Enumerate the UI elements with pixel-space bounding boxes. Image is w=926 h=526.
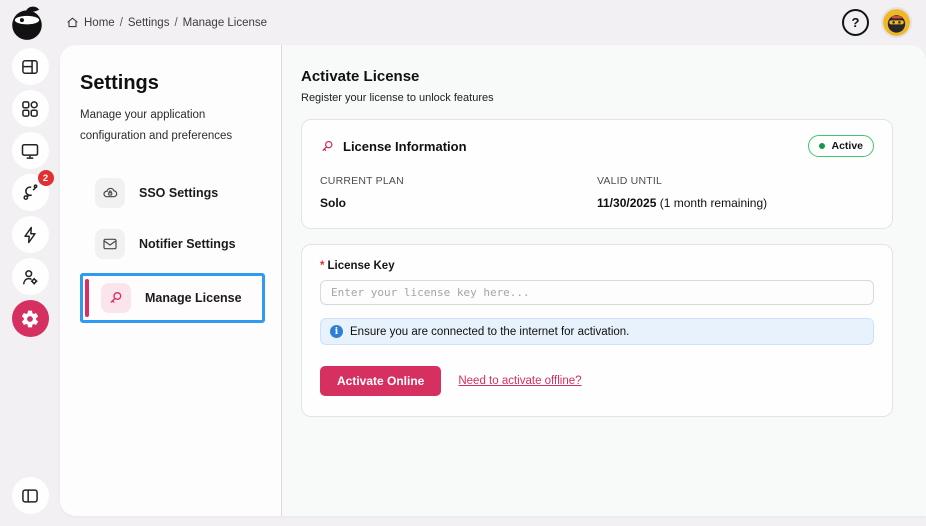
rail-collapse-button[interactable] — [11, 477, 49, 514]
current-plan-label: CURRENT PLAN — [320, 175, 404, 187]
rail-user-management-button[interactable] — [11, 258, 49, 295]
activation-card: * License Key i Ensure you are connected… — [301, 244, 893, 417]
top-bar: Home / Settings / Manage License ? — [0, 0, 926, 45]
license-information-title: License Information — [343, 138, 467, 154]
breadcrumb-separator: / — [174, 16, 178, 29]
license-key-icon — [101, 283, 131, 314]
license-information-header: License Information Active — [320, 135, 874, 157]
rail-dashboard-button[interactable] — [11, 48, 49, 85]
settings-nav: SSO Settings Notifier Settings Manage Li… — [80, 171, 265, 324]
rail-devices-button[interactable] — [11, 132, 49, 169]
icon-rail: 2 — [0, 46, 60, 526]
rail-apps-button[interactable] — [11, 90, 49, 127]
activation-info-banner: i Ensure you are connected to the intern… — [320, 318, 874, 345]
app-window: Home / Settings / Manage License ? 2 Set… — [0, 0, 926, 526]
cloud-lock-icon — [95, 178, 125, 209]
license-details: CURRENT PLAN Solo VALID UNTIL 11/30/2025… — [320, 175, 874, 210]
license-information-card: License Information Active CURRENT PLAN … — [301, 119, 893, 229]
breadcrumb-settings[interactable]: Settings — [128, 17, 170, 29]
rail-health-button[interactable]: 2 — [11, 170, 54, 211]
valid-until-date: 11/30/2025 — [597, 196, 657, 210]
status-dot-icon — [819, 143, 826, 149]
breadcrumb-manage-license: Manage License — [182, 16, 268, 29]
sidebar-item-sso-settings[interactable]: SSO Settings — [80, 171, 265, 215]
question-mark-icon: ? — [851, 15, 860, 30]
rail-settings-button[interactable] — [11, 300, 49, 337]
license-key-label: License Key — [327, 260, 395, 272]
app-logo[interactable] — [8, 4, 46, 42]
rail-automation-button[interactable] — [11, 216, 49, 253]
dashboard-layout-icon — [22, 59, 38, 74]
valid-until-note: (1 month remaining) — [659, 196, 768, 210]
breadcrumb-home[interactable]: Home — [84, 17, 115, 29]
mail-icon — [95, 229, 125, 260]
valid-until-label: VALID UNTIL — [597, 175, 663, 187]
gear-icon — [21, 310, 39, 327]
activation-actions: Activate Online Need to activate offline… — [320, 366, 874, 398]
required-marker: * — [320, 260, 325, 272]
sidebar-item-notifier-settings[interactable]: Notifier Settings — [80, 222, 265, 266]
stethoscope-icon — [23, 183, 38, 200]
current-plan-value: Solo — [320, 196, 346, 210]
settings-subtitle: Manage your application configuration an… — [80, 109, 233, 142]
valid-until-value: 11/30/2025 (1 month remaining) — [597, 196, 874, 210]
license-key-label-row: * License Key — [320, 260, 874, 272]
current-plan-column: CURRENT PLAN Solo — [320, 175, 597, 210]
user-avatar[interactable] — [883, 9, 910, 36]
page-title: Activate License — [301, 68, 420, 85]
sidebar-item-manage-license[interactable]: Manage License — [80, 273, 265, 324]
notification-badge: 2 — [37, 170, 54, 186]
sidebar-item-label: Manage License — [145, 291, 242, 306]
status-label: Active — [831, 140, 863, 152]
sidebar-collapse-icon — [22, 488, 38, 503]
license-key-icon — [322, 140, 333, 151]
settings-sidebar: Settings Manage your application configu… — [60, 45, 282, 516]
apps-grid-icon — [22, 100, 38, 117]
valid-until-column: VALID UNTIL 11/30/2025 (1 month remainin… — [597, 175, 874, 210]
home-icon — [67, 17, 78, 28]
info-icon: i — [330, 325, 343, 338]
breadcrumb: Home / Settings / Manage License — [66, 16, 267, 29]
topbar-actions: ? — [842, 9, 910, 36]
ninja-avatar-icon — [883, 9, 910, 36]
help-button[interactable]: ? — [842, 9, 869, 36]
activate-offline-link[interactable]: Need to activate offline? — [458, 375, 581, 387]
main-panel: Settings Manage your application configu… — [60, 45, 926, 516]
breadcrumb-separator: / — [119, 16, 123, 29]
ninja-logo-icon — [12, 6, 42, 40]
license-key-input[interactable] — [320, 280, 874, 305]
monitor-icon — [21, 143, 39, 159]
content-area: Activate License Register your license t… — [282, 45, 926, 516]
sidebar-item-label: SSO Settings — [139, 186, 219, 201]
sidebar-item-label: Notifier Settings — [139, 237, 236, 252]
status-badge: Active — [808, 135, 874, 157]
activate-online-button[interactable]: Activate Online — [320, 366, 442, 396]
lightning-bolt-icon — [24, 226, 36, 243]
page-subtitle: Register your license to unlock features — [301, 92, 494, 104]
user-gear-icon — [23, 269, 38, 285]
settings-title: Settings — [80, 72, 159, 94]
activation-info-text: Ensure you are connected to the internet… — [350, 325, 630, 338]
